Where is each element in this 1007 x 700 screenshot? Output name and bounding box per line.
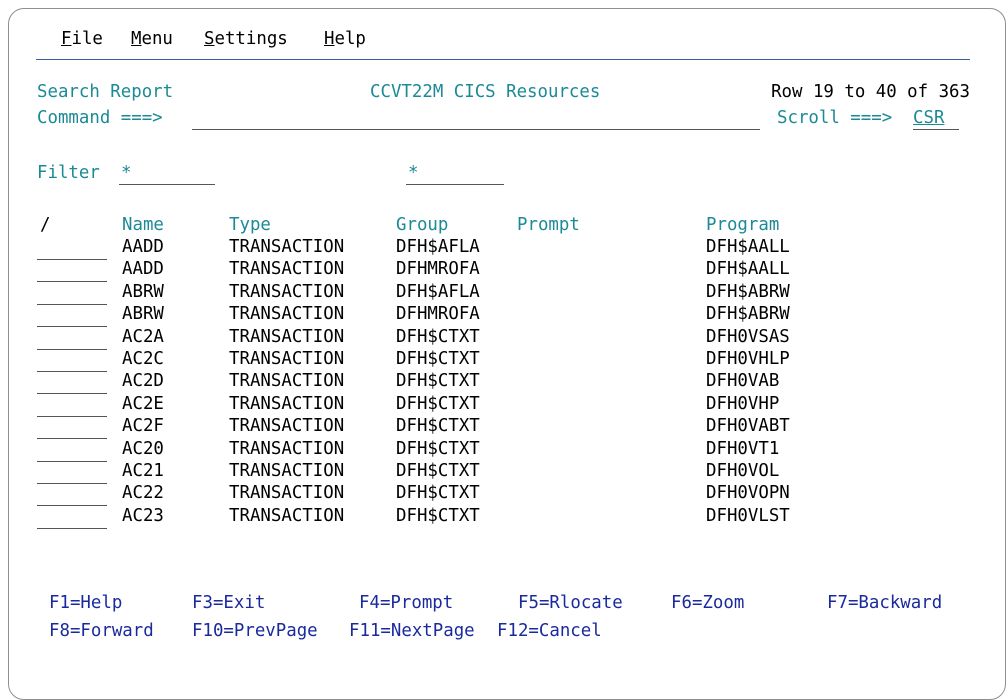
row-select-input[interactable] — [37, 373, 107, 394]
cell-name: AC2F — [122, 416, 164, 436]
cell-group: DFH$AFLA — [396, 237, 480, 257]
command-input[interactable] — [192, 109, 760, 130]
cell-type: TRANSACTION — [229, 371, 345, 391]
cell-name: ABRW — [122, 282, 164, 302]
cell-type: TRANSACTION — [229, 416, 345, 436]
cell-program: DFH0VT1 — [706, 439, 780, 459]
cell-group: DFH$AFLA — [396, 282, 480, 302]
fkey-f11-nextpage[interactable]: F11=NextPage — [349, 620, 475, 642]
col-program: Program — [706, 215, 780, 235]
col-name: Name — [122, 215, 164, 235]
cell-name: AADD — [122, 237, 164, 257]
fkey-f7-backward[interactable]: F7=Backward — [827, 592, 942, 614]
cell-type: TRANSACTION — [229, 282, 345, 302]
center-title: CCVT22M CICS Resources — [370, 82, 601, 102]
cell-type: TRANSACTION — [229, 461, 345, 481]
cell-name: AC21 — [122, 461, 164, 481]
fkey-f10-prevpage[interactable]: F10=PrevPage — [192, 620, 318, 642]
row-select-input[interactable] — [37, 329, 107, 350]
cell-name: AC23 — [122, 506, 164, 526]
cell-type: TRANSACTION — [229, 349, 345, 369]
cell-name: AC2D — [122, 371, 164, 391]
row-select-input[interactable] — [37, 441, 107, 462]
row-select-input[interactable] — [37, 306, 107, 327]
cell-name: AC20 — [122, 439, 164, 459]
col-prompt: Prompt — [517, 215, 580, 235]
row-select-input[interactable] — [37, 284, 107, 305]
cell-group: DFH$CTXT — [396, 483, 480, 503]
cell-group: DFHMROFA — [396, 304, 480, 324]
col-group: Group — [396, 215, 449, 235]
cell-program: DFH0VSAS — [706, 327, 790, 347]
cell-group: DFH$CTXT — [396, 461, 480, 481]
fkey-f5-rlocate[interactable]: F5=Rlocate — [518, 592, 623, 614]
scroll-field-underline — [913, 109, 959, 130]
fkey-f12-cancel[interactable]: F12=Cancel — [497, 620, 602, 642]
menu-settings[interactable]: Settings — [204, 28, 288, 50]
cell-program: DFH0VHLP — [706, 349, 790, 369]
cell-type: TRANSACTION — [229, 394, 345, 414]
filter-name-input[interactable]: * — [119, 163, 215, 185]
fkey-f3-exit[interactable]: F3=Exit — [192, 592, 265, 614]
cell-program: DFH$ABRW — [706, 304, 790, 324]
cell-group: DFHMROFA — [396, 259, 480, 279]
row-select-input[interactable] — [37, 418, 107, 439]
cell-group: DFH$CTXT — [396, 349, 480, 369]
cell-type: TRANSACTION — [229, 237, 345, 257]
cell-group: DFH$CTXT — [396, 327, 480, 347]
row-select-input[interactable] — [37, 508, 107, 529]
cell-name: ABRW — [122, 304, 164, 324]
col-select: / — [40, 215, 51, 235]
row-select-input[interactable] — [37, 239, 107, 260]
cell-type: TRANSACTION — [229, 304, 345, 324]
fkey-f1-help[interactable]: F1=Help — [49, 592, 122, 614]
row-select-input[interactable] — [37, 463, 107, 484]
cell-name: AC2A — [122, 327, 164, 347]
command-label: Command ===> — [37, 108, 163, 128]
row-select-input[interactable] — [37, 396, 107, 417]
cell-program: DFH0VLST — [706, 506, 790, 526]
cell-program: DFH0VABT — [706, 416, 790, 436]
cell-type: TRANSACTION — [229, 259, 345, 279]
fkey-f4-prompt[interactable]: F4=Prompt — [359, 592, 453, 614]
cell-group: DFH$CTXT — [396, 506, 480, 526]
cell-type: TRANSACTION — [229, 483, 345, 503]
cell-program: DFH0VAB — [706, 371, 780, 391]
scroll-label: Scroll ===> — [777, 108, 893, 128]
cell-name: AADD — [122, 259, 164, 279]
cell-type: TRANSACTION — [229, 327, 345, 347]
cell-program: DFH0VOPN — [706, 483, 790, 503]
panel-title: Search Report — [37, 82, 174, 102]
cell-program: DFH0VHP — [706, 394, 780, 414]
cell-group: DFH$CTXT — [396, 371, 480, 391]
cell-type: TRANSACTION — [229, 439, 345, 459]
cell-program: DFH$AALL — [706, 259, 790, 279]
menu-separator — [36, 59, 970, 60]
fkey-f8-forward[interactable]: F8=Forward — [49, 620, 154, 642]
cell-name: AC22 — [122, 483, 164, 503]
menu-file[interactable]: File — [61, 28, 103, 50]
cell-type: TRANSACTION — [229, 506, 345, 526]
cell-group: DFH$CTXT — [396, 394, 480, 414]
fkey-f6-zoom[interactable]: F6=Zoom — [671, 592, 744, 614]
cell-program: DFH$ABRW — [706, 282, 790, 302]
menu-menu[interactable]: Menu — [131, 28, 173, 50]
filter-label: Filter — [37, 163, 100, 183]
menu-help[interactable]: Help — [324, 28, 366, 50]
cell-name: AC2C — [122, 349, 164, 369]
row-select-input[interactable] — [37, 351, 107, 372]
cell-group: DFH$CTXT — [396, 416, 480, 436]
row-select-input[interactable] — [37, 485, 107, 506]
cell-program: DFH0VOL — [706, 461, 780, 481]
cell-name: AC2E — [122, 394, 164, 414]
cell-group: DFH$CTXT — [396, 439, 480, 459]
cell-program: DFH$AALL — [706, 237, 790, 257]
row-select-input[interactable] — [37, 261, 107, 282]
filter-group-input[interactable]: * — [406, 163, 504, 185]
row-info: Row 19 to 40 of 363 — [771, 82, 970, 102]
col-type: Type — [229, 215, 271, 235]
